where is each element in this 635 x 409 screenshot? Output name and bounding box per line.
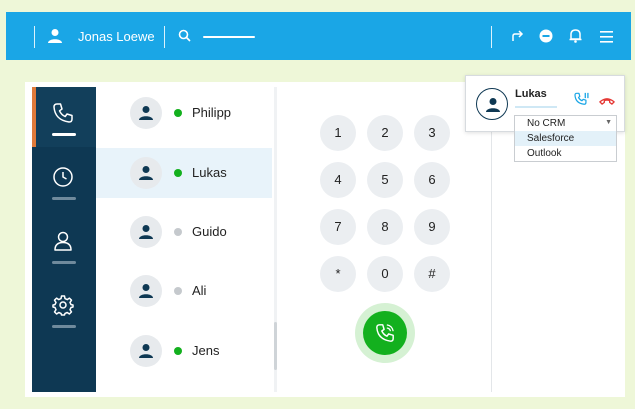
crm-option-outlook[interactable]: Outlook: [515, 146, 616, 161]
nav-item-contacts[interactable]: [32, 215, 96, 275]
clock-icon: [53, 167, 73, 187]
status-offline: [174, 287, 182, 295]
call-button-halo: [355, 303, 415, 363]
dial-key-hash[interactable]: #: [414, 256, 450, 292]
dial-key-9[interactable]: 9: [414, 209, 450, 245]
avatar: [130, 275, 162, 307]
dial-key-4[interactable]: 4: [320, 162, 356, 198]
bell-icon[interactable]: [569, 28, 582, 48]
accept-call-icon[interactable]: [574, 92, 590, 111]
nav-indicator: [52, 325, 76, 328]
contact-name: Philipp: [192, 105, 232, 120]
status-online: [174, 347, 182, 355]
avatar: [130, 157, 162, 189]
scrollbar-thumb[interactable]: [274, 322, 277, 370]
user-name[interactable]: Jonas Loewe: [78, 29, 155, 44]
nav-indicator: [52, 133, 76, 136]
nav-item-settings[interactable]: [32, 279, 96, 339]
dnd-icon[interactable]: [539, 29, 553, 48]
status-online: [174, 109, 182, 117]
nav-indicator: [52, 261, 76, 264]
dial-key-2[interactable]: 2: [367, 115, 403, 151]
crm-dropdown[interactable]: No CRM ▼ Salesforce Outlook: [514, 115, 617, 162]
list-item[interactable]: Philipp: [96, 88, 272, 138]
hangup-icon[interactable]: [599, 93, 615, 111]
user-icon: [48, 28, 62, 49]
topbar-divider: [164, 26, 165, 48]
list-item[interactable]: Guido: [96, 207, 272, 257]
top-bar: Jonas Loewe: [6, 12, 631, 60]
topbar-divider: [34, 26, 35, 48]
nav-indicator: [52, 197, 76, 200]
status-online: [174, 169, 182, 177]
topbar-divider: [491, 26, 492, 48]
search-input[interactable]: [203, 36, 255, 38]
phone-call-icon: [376, 324, 394, 342]
menu-icon[interactable]: [600, 30, 613, 48]
avatar: [130, 335, 162, 367]
person-icon: [54, 231, 72, 251]
contact-name: Jens: [192, 343, 220, 358]
nav-item-phone[interactable]: [32, 87, 96, 147]
panel-divider: [491, 87, 492, 392]
avatar: [130, 97, 162, 129]
crm-selected-value[interactable]: No CRM: [515, 116, 616, 131]
crm-option-salesforce[interactable]: Salesforce: [515, 131, 616, 146]
contact-name: Ali: [192, 283, 207, 298]
phone-icon: [53, 103, 73, 123]
dial-key-7[interactable]: 7: [320, 209, 356, 245]
list-item[interactable]: Jens: [96, 326, 272, 376]
forward-icon[interactable]: [511, 29, 525, 48]
avatar: [476, 88, 508, 120]
contact-list: Philipp Lukas Guido Ali Jens: [96, 87, 276, 392]
gear-icon: [52, 295, 74, 316]
dial-key-6[interactable]: 6: [414, 162, 450, 198]
nav-item-history[interactable]: [32, 151, 96, 211]
dial-key-5[interactable]: 5: [367, 162, 403, 198]
contact-name: Guido: [192, 224, 227, 239]
list-item[interactable]: Lukas: [96, 148, 272, 198]
avatar: [130, 216, 162, 248]
popup-contact-name: Lukas: [515, 88, 547, 100]
dial-key-3[interactable]: 3: [414, 115, 450, 151]
dial-key-8[interactable]: 8: [367, 209, 403, 245]
popup-underline: [515, 106, 557, 108]
list-item[interactable]: Ali: [96, 266, 272, 316]
dial-key-star[interactable]: *: [320, 256, 356, 292]
dial-key-1[interactable]: 1: [320, 115, 356, 151]
dial-key-0[interactable]: 0: [367, 256, 403, 292]
search-icon[interactable]: [178, 29, 191, 47]
contact-name: Lukas: [192, 165, 227, 180]
status-offline: [174, 228, 182, 236]
call-button[interactable]: [363, 311, 407, 355]
side-nav: [32, 87, 96, 392]
chevron-down-icon[interactable]: ▼: [605, 119, 612, 126]
